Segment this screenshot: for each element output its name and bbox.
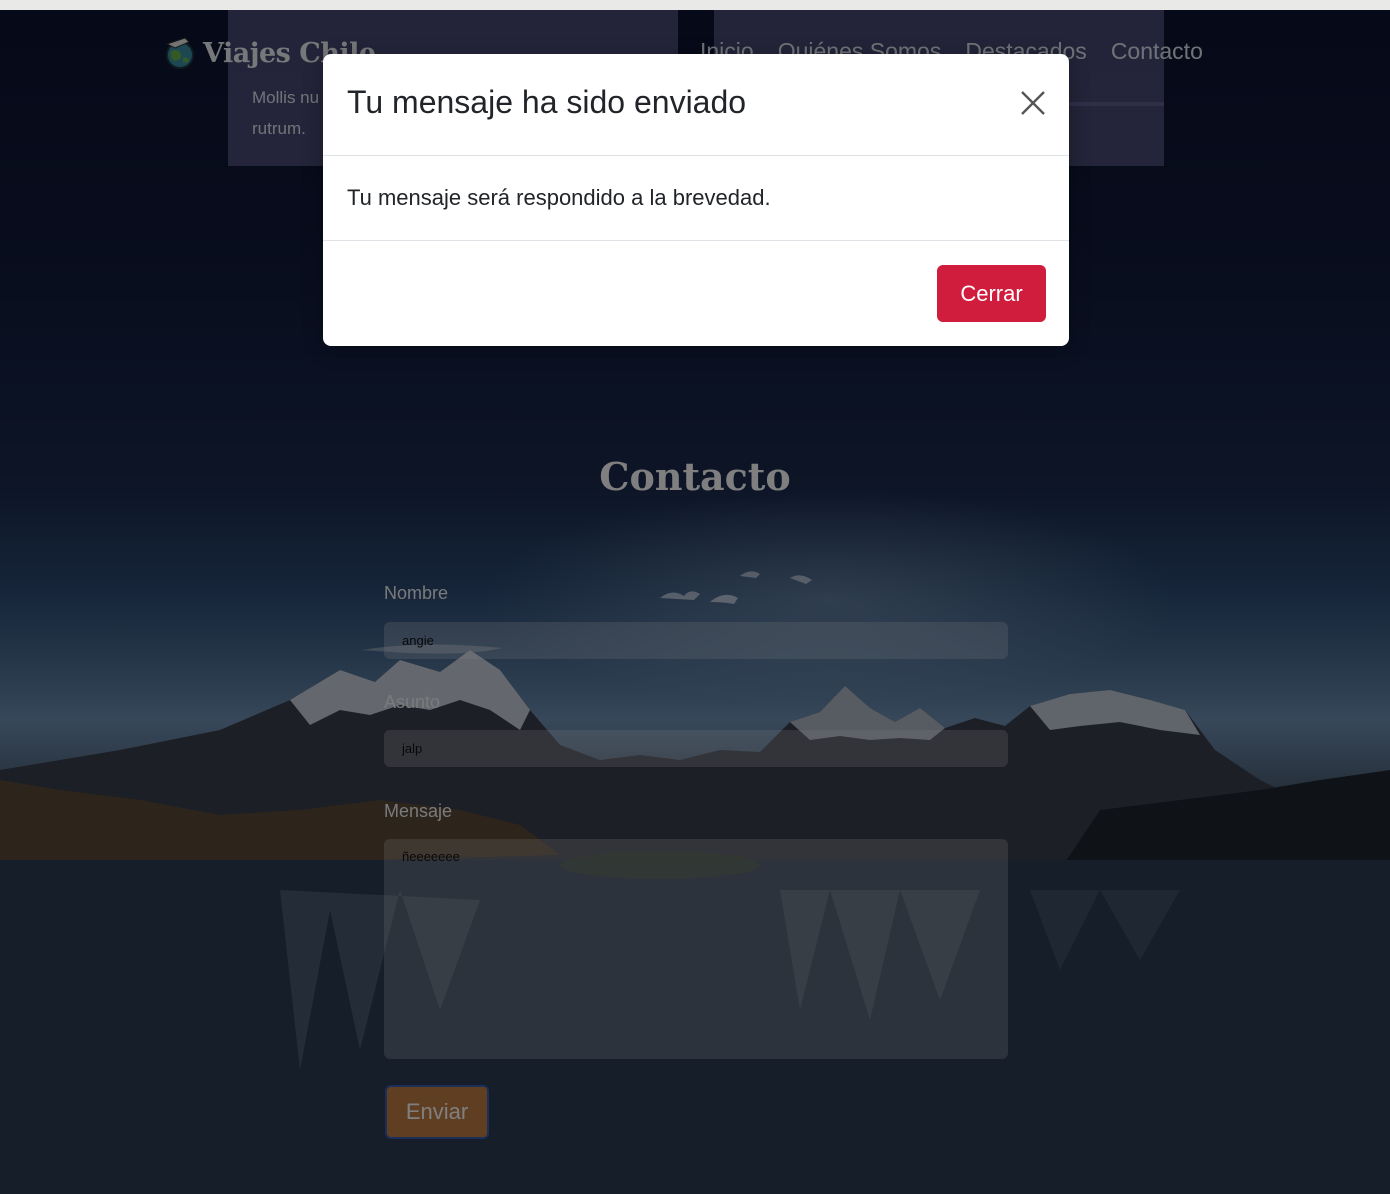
modal-title: Tu mensaje ha sido enviado — [347, 84, 747, 120]
message-sent-modal: Tu mensaje ha sido enviado Tu mensaje se… — [323, 54, 1069, 346]
close-icon[interactable] — [1017, 87, 1049, 119]
modal-body: Tu mensaje será respondido a la brevedad… — [323, 155, 1069, 241]
modal-body-text: Tu mensaje será respondido a la brevedad… — [347, 185, 771, 210]
cerrar-button[interactable]: Cerrar — [937, 265, 1046, 322]
modal-header: Tu mensaje ha sido enviado — [323, 54, 1069, 156]
